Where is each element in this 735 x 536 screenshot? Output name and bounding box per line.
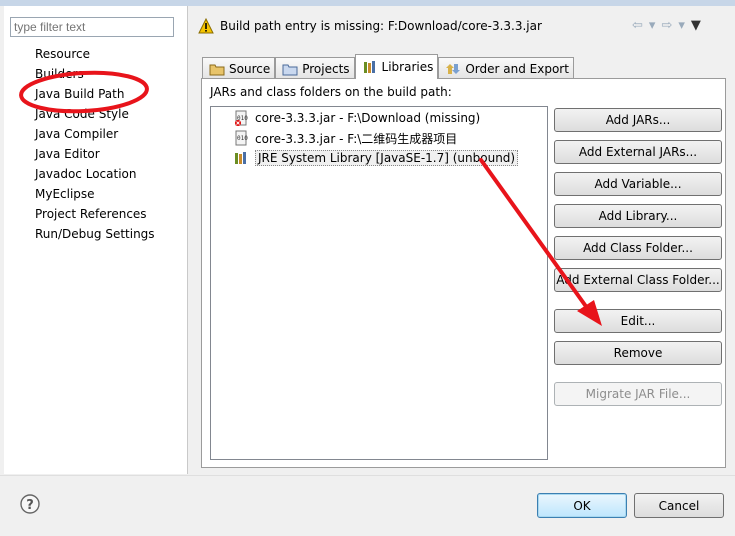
tree-item-java-compiler[interactable]: Java Compiler [35, 125, 155, 145]
ok-button[interactable]: OK [537, 493, 627, 518]
library-icon [235, 152, 246, 164]
tree-item-java-code-style[interactable]: Java Code Style [35, 105, 155, 125]
remove-button[interactable]: Remove [554, 341, 722, 365]
add-variable-button[interactable]: Add Variable... [554, 172, 722, 196]
missing-jar-icon: 010 [235, 110, 248, 126]
tree-item-run-debug-settings[interactable]: Run/Debug Settings [35, 225, 155, 245]
migrate-jar-file-button: Migrate JAR File... [554, 382, 722, 406]
history-navigation: ⇦ ▾ ⇨ ▾ ▼ [632, 18, 701, 33]
view-menu-icon[interactable]: ▼ [691, 18, 701, 33]
list-item[interactable]: JRE System Library [JavaSE-1.7] (unbound… [233, 149, 519, 167]
tree-item-builders[interactable]: Builders [35, 65, 155, 85]
jar-icon: 010 [235, 130, 248, 146]
tree-item-java-editor[interactable]: Java Editor [35, 145, 155, 165]
entry-label: core-3.3.3.jar - F:\Download (missing) [255, 111, 481, 125]
add-class-folder-button[interactable]: Add Class Folder... [554, 236, 722, 260]
tree-item-resource[interactable]: Resource [35, 45, 155, 65]
cancel-button[interactable]: Cancel [634, 493, 724, 518]
tree-item-javadoc-location[interactable]: Javadoc Location [35, 165, 155, 185]
page-header: Build path entry is missing: F:Download/… [198, 16, 542, 36]
add-jars-button[interactable]: Add JARs... [554, 108, 722, 132]
property-page-tree: Resource Builders Java Build Path Java C… [35, 45, 155, 245]
entry-label: JRE System Library [JavaSE-1.7] (unbound… [255, 150, 519, 166]
header-message: Build path entry is missing: F:Download/… [220, 19, 542, 33]
tab-source[interactable]: Source [202, 57, 276, 79]
add-library-button[interactable]: Add Library... [554, 204, 722, 228]
build-path-list-label: JARs and class folders on the build path… [210, 85, 452, 99]
tab-libraries[interactable]: Libraries [354, 54, 439, 79]
filter-input[interactable] [10, 17, 174, 37]
add-external-class-folder-button[interactable]: Add External Class Folder... [554, 268, 722, 292]
warning-icon [198, 18, 214, 34]
projects-icon [282, 64, 298, 75]
tree-item-myeclipse[interactable]: MyEclipse [35, 185, 155, 205]
list-item[interactable]: 010 core-3.3.3.jar - F:\二维码生成器项目 [233, 129, 457, 147]
forward-arrow-icon[interactable]: ⇨ [661, 18, 672, 33]
back-menu-icon[interactable]: ▾ [649, 18, 656, 33]
svg-text:?: ? [26, 498, 34, 513]
back-arrow-icon[interactable]: ⇦ [632, 18, 643, 33]
tree-item-java-build-path[interactable]: Java Build Path [35, 85, 155, 105]
tab-libraries-label: Libraries [381, 60, 434, 74]
tab-bar: Source Projects Libraries Order and Expo… [202, 54, 574, 79]
tree-item-project-references[interactable]: Project References [35, 205, 155, 225]
help-icon[interactable]: ? [20, 494, 40, 514]
tab-source-label: Source [229, 61, 271, 76]
order-export-icon [446, 63, 461, 74]
tab-projects[interactable]: Projects [275, 57, 355, 79]
svg-text:010: 010 [237, 135, 248, 142]
entry-label: core-3.3.3.jar - F:\二维码生成器项目 [255, 131, 458, 146]
forward-menu-icon[interactable]: ▾ [678, 18, 685, 33]
tab-projects-label: Projects [302, 61, 350, 76]
edit-button[interactable]: Edit... [554, 309, 722, 333]
source-folder-icon [209, 64, 225, 75]
libraries-icon [363, 61, 375, 73]
tab-order-and-export[interactable]: Order and Export [438, 57, 574, 79]
list-item[interactable]: 010 core-3.3.3.jar - F:\Download (missin… [233, 109, 480, 127]
add-external-jars-button[interactable]: Add External JARs... [554, 140, 722, 164]
tab-order-and-export-label: Order and Export [465, 61, 569, 76]
